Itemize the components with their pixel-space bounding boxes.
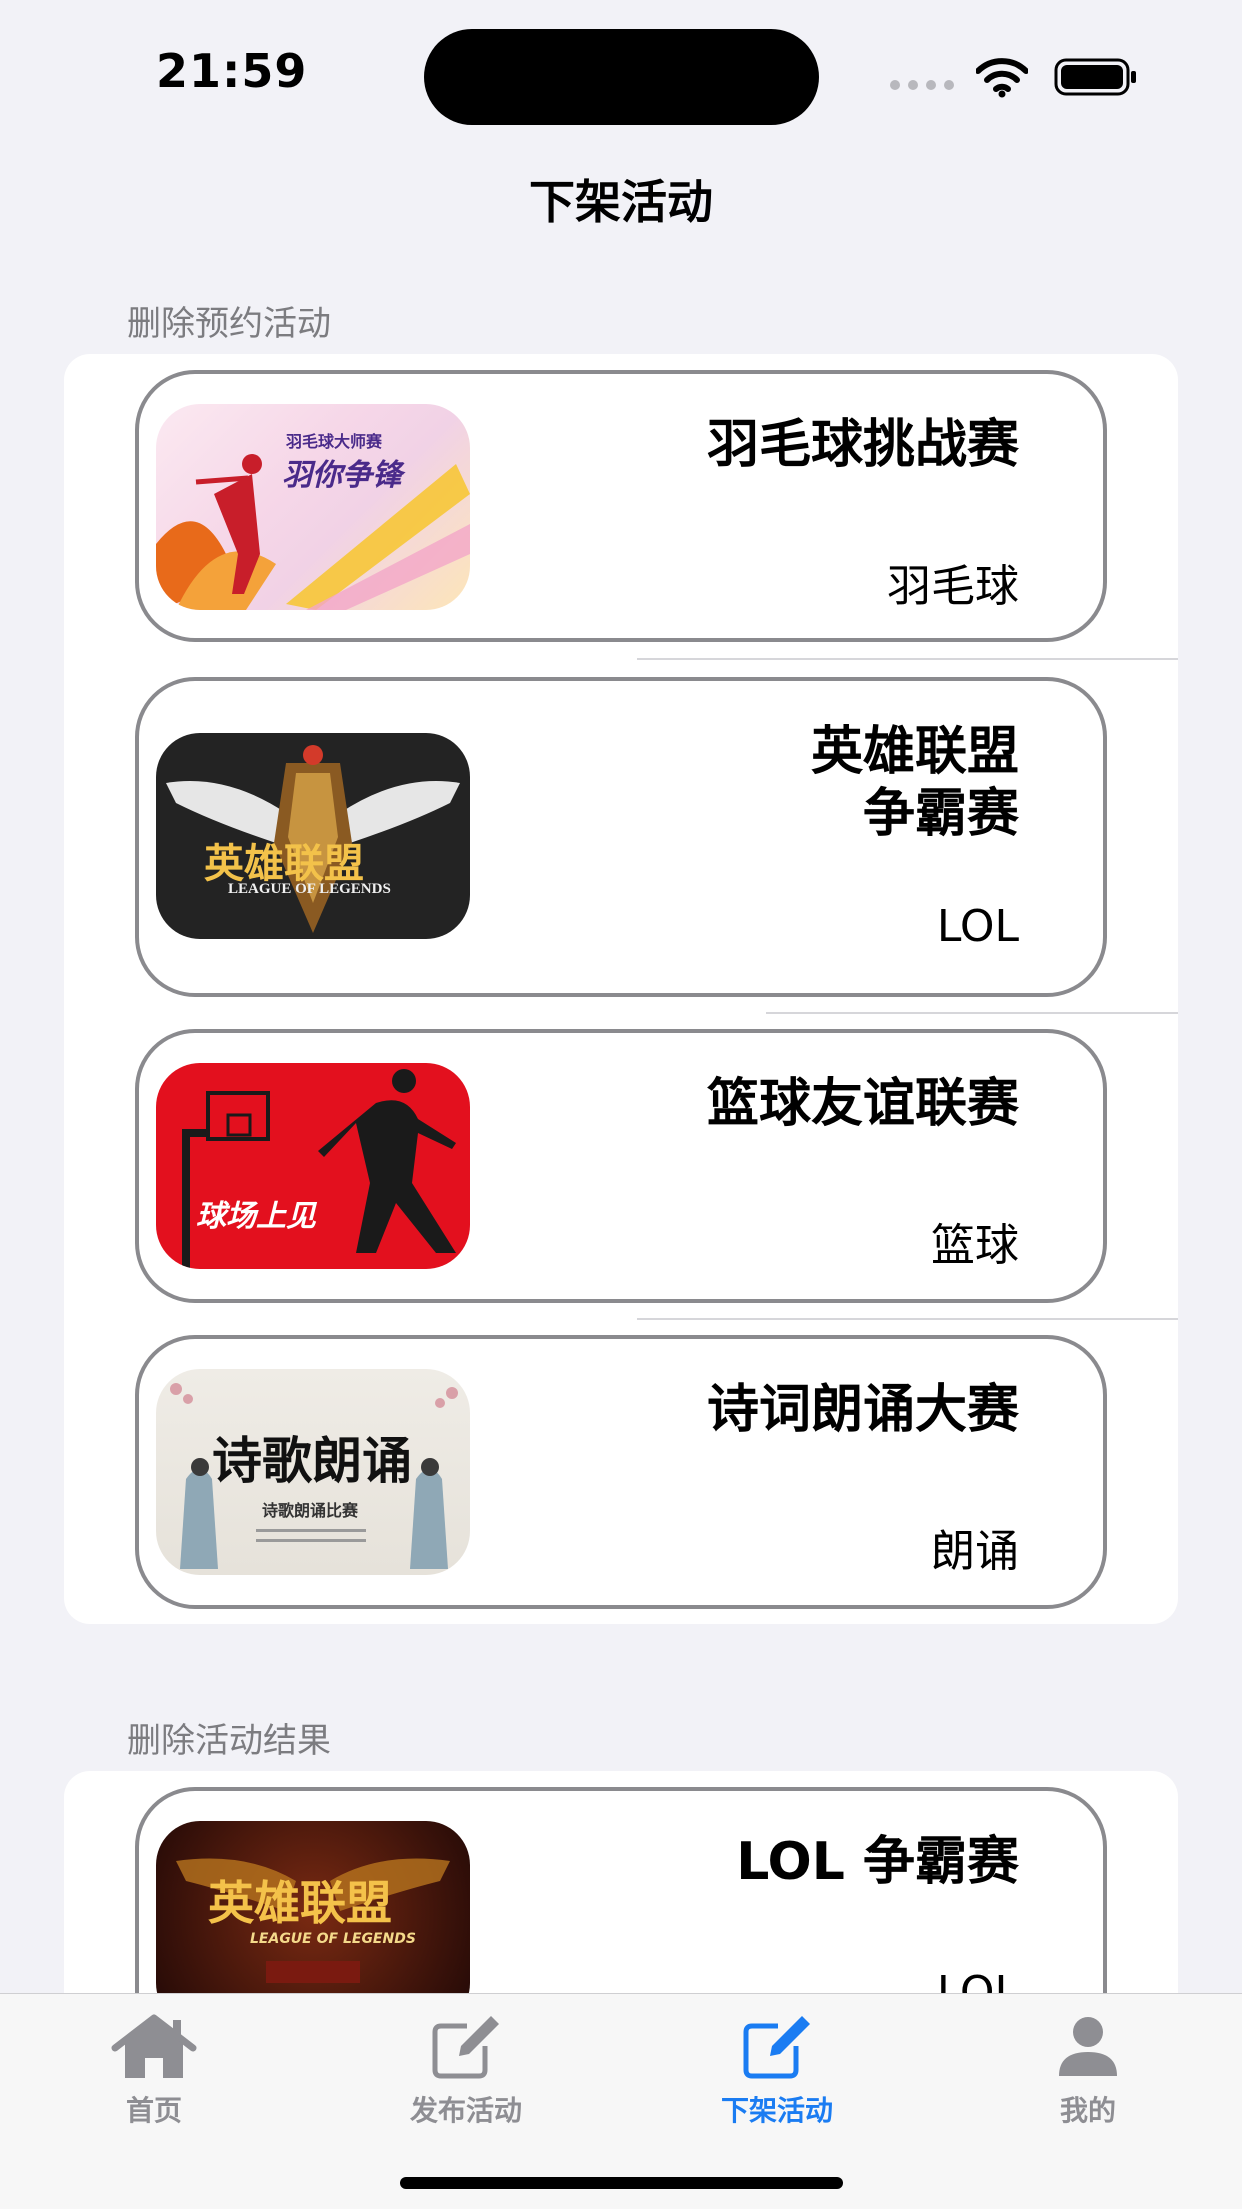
badminton-poster-title: 羽你争锋 [282, 458, 402, 493]
house-icon [111, 2014, 197, 2078]
activity-title: 诗词朗诵大赛 [706, 1380, 1019, 1440]
badminton-poster-small-text: 羽毛球大师赛 [286, 432, 383, 451]
battery-icon [1054, 58, 1136, 96]
tab-label: 首页 [125, 2094, 182, 2127]
tab-label: 下架活动 [720, 2094, 833, 2127]
row-separator [637, 658, 1178, 660]
badminton-poster-image: 羽毛球大师赛 羽你争锋 [156, 404, 470, 610]
league-of-legends-logo-image: 英雄联盟 LEAGUE OF LEGENDS [156, 733, 470, 939]
tab-label: 我的 [1059, 2094, 1116, 2127]
wifi-icon [976, 58, 1028, 98]
poetry-poster-subtitle: 诗歌朗诵比赛 [262, 1501, 359, 1520]
activity-category: 篮球 [931, 1220, 1019, 1271]
lol-logo-subtitle: LEAGUE OF LEGENDS [228, 881, 391, 897]
activity-row-poetry[interactable]: 诗歌朗诵 诗歌朗诵比赛 诗词朗诵大赛 朗诵 [135, 1335, 1107, 1609]
cellular-signal-icon [890, 80, 954, 92]
activity-title: 英雄联盟 争霸赛 [810, 722, 1019, 844]
activity-title: 篮球友谊联赛 [706, 1074, 1019, 1134]
tab-label: 发布活动 [409, 2094, 522, 2127]
lol-poster-subtitle: LEAGUE OF LEGENDS [250, 1931, 416, 1947]
activity-row-lol[interactable]: 英雄联盟 LEAGUE OF LEGENDS 英雄联盟 争霸赛 LOL [135, 677, 1107, 997]
activity-row-badminton[interactable]: 羽毛球大师赛 羽你争锋 羽毛球挑战赛 羽毛球 [135, 370, 1107, 642]
activity-category: LOL [936, 901, 1019, 952]
page-title: 下架活动 [529, 175, 713, 229]
activity-category: 羽毛球 [887, 561, 1019, 612]
square-pencil-icon [743, 2016, 810, 2079]
section-card-reservations: 羽毛球大师赛 羽你争锋 羽毛球挑战赛 羽毛球 英雄联盟 LEAGUE OF LE… [64, 354, 1178, 1624]
basketball-poster-title: 球场上见 [196, 1199, 316, 1234]
row-separator [766, 1012, 1178, 1014]
section-header-results: 删除活动结果 [127, 1721, 331, 1761]
square-pencil-icon [432, 2016, 499, 2079]
activity-title: LOL 争霸赛 [736, 1832, 1019, 1892]
status-time: 21:59 [156, 44, 308, 98]
lol-poster-title: 英雄联盟 [208, 1876, 392, 1930]
activity-category: 朗诵 [931, 1526, 1019, 1577]
person-icon [1059, 2017, 1117, 2076]
dynamic-island [424, 29, 819, 125]
home-indicator[interactable] [400, 2177, 843, 2189]
row-separator [637, 1318, 1178, 1320]
activity-row-basketball[interactable]: 球场上见 篮球友谊联赛 篮球 [135, 1029, 1107, 1303]
activity-title: 羽毛球挑战赛 [706, 415, 1019, 475]
basketball-poster-image: 球场上见 [156, 1063, 470, 1269]
basketball-artwork [182, 1069, 456, 1269]
poetry-poster-image: 诗歌朗诵 诗歌朗诵比赛 [156, 1369, 470, 1575]
section-header-reservations: 删除预约活动 [127, 304, 331, 344]
poetry-poster-title: 诗歌朗诵 [212, 1431, 412, 1490]
